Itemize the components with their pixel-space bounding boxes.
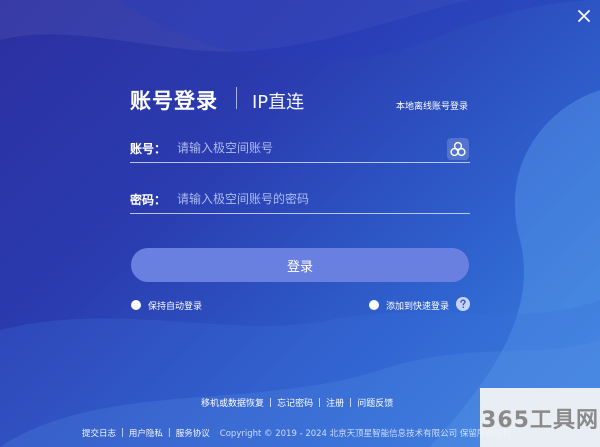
footer-link-register[interactable]: 注册 — [326, 396, 344, 409]
account-underline — [130, 162, 470, 163]
tab-ip-direct[interactable]: IP直连 — [252, 88, 304, 114]
footer-separator: | — [349, 397, 353, 408]
watermark: 365工具网 — [480, 388, 600, 447]
help-button[interactable] — [456, 297, 470, 311]
footer-links: 移机或数据恢复 | 忘记密码 | 注册 | 问题反馈 — [201, 396, 393, 410]
footer-bottom: 提交日志 | 用户隐私 | 服务协议 Copyright © 2019 - 20… — [82, 427, 511, 439]
auto-login-radio[interactable] — [131, 300, 141, 310]
footer-separator: | — [269, 397, 273, 408]
background-waves — [0, 0, 600, 447]
quick-login-radio[interactable] — [369, 300, 379, 310]
quick-login-label[interactable]: 添加到快速登录 — [386, 299, 449, 312]
footer-link-service-agreement[interactable]: 服务协议 — [176, 427, 210, 439]
local-account-login-link[interactable]: 本地离线账号登录 — [396, 99, 468, 112]
account-switch-icon — [450, 141, 466, 157]
account-label: 账号： — [130, 142, 167, 156]
footer-separator: | — [167, 428, 171, 438]
login-button[interactable]: 登录 — [131, 248, 469, 282]
footer-link-privacy[interactable]: 用户隐私 — [129, 427, 163, 439]
footer-link-submit-log[interactable]: 提交日志 — [82, 427, 116, 439]
password-input[interactable] — [177, 190, 457, 208]
password-underline — [130, 213, 470, 214]
footer-link-migrate[interactable]: 移机或数据恢复 — [201, 396, 264, 409]
footer-separator: | — [121, 428, 124, 438]
tab-account-login[interactable]: 账号登录 — [130, 85, 218, 115]
tab-divider — [236, 87, 237, 109]
close-button[interactable] — [574, 6, 594, 26]
footer-separator: | — [318, 397, 322, 408]
footer-link-forgot-password[interactable]: 忘记密码 — [277, 396, 313, 409]
watermark-text: 365工具网 — [481, 407, 599, 433]
auto-login-label[interactable]: 保持自动登录 — [148, 299, 202, 312]
account-input[interactable] — [177, 139, 437, 157]
password-label: 密码： — [130, 193, 167, 207]
copyright-text: Copyright © 2019 - 2024 北京天顶星智能信息技术有限公司 … — [219, 429, 511, 439]
account-switch-button[interactable] — [447, 138, 469, 160]
help-icon — [460, 299, 466, 308]
footer-link-feedback[interactable]: 问题反馈 — [357, 396, 393, 409]
close-icon — [578, 10, 590, 22]
